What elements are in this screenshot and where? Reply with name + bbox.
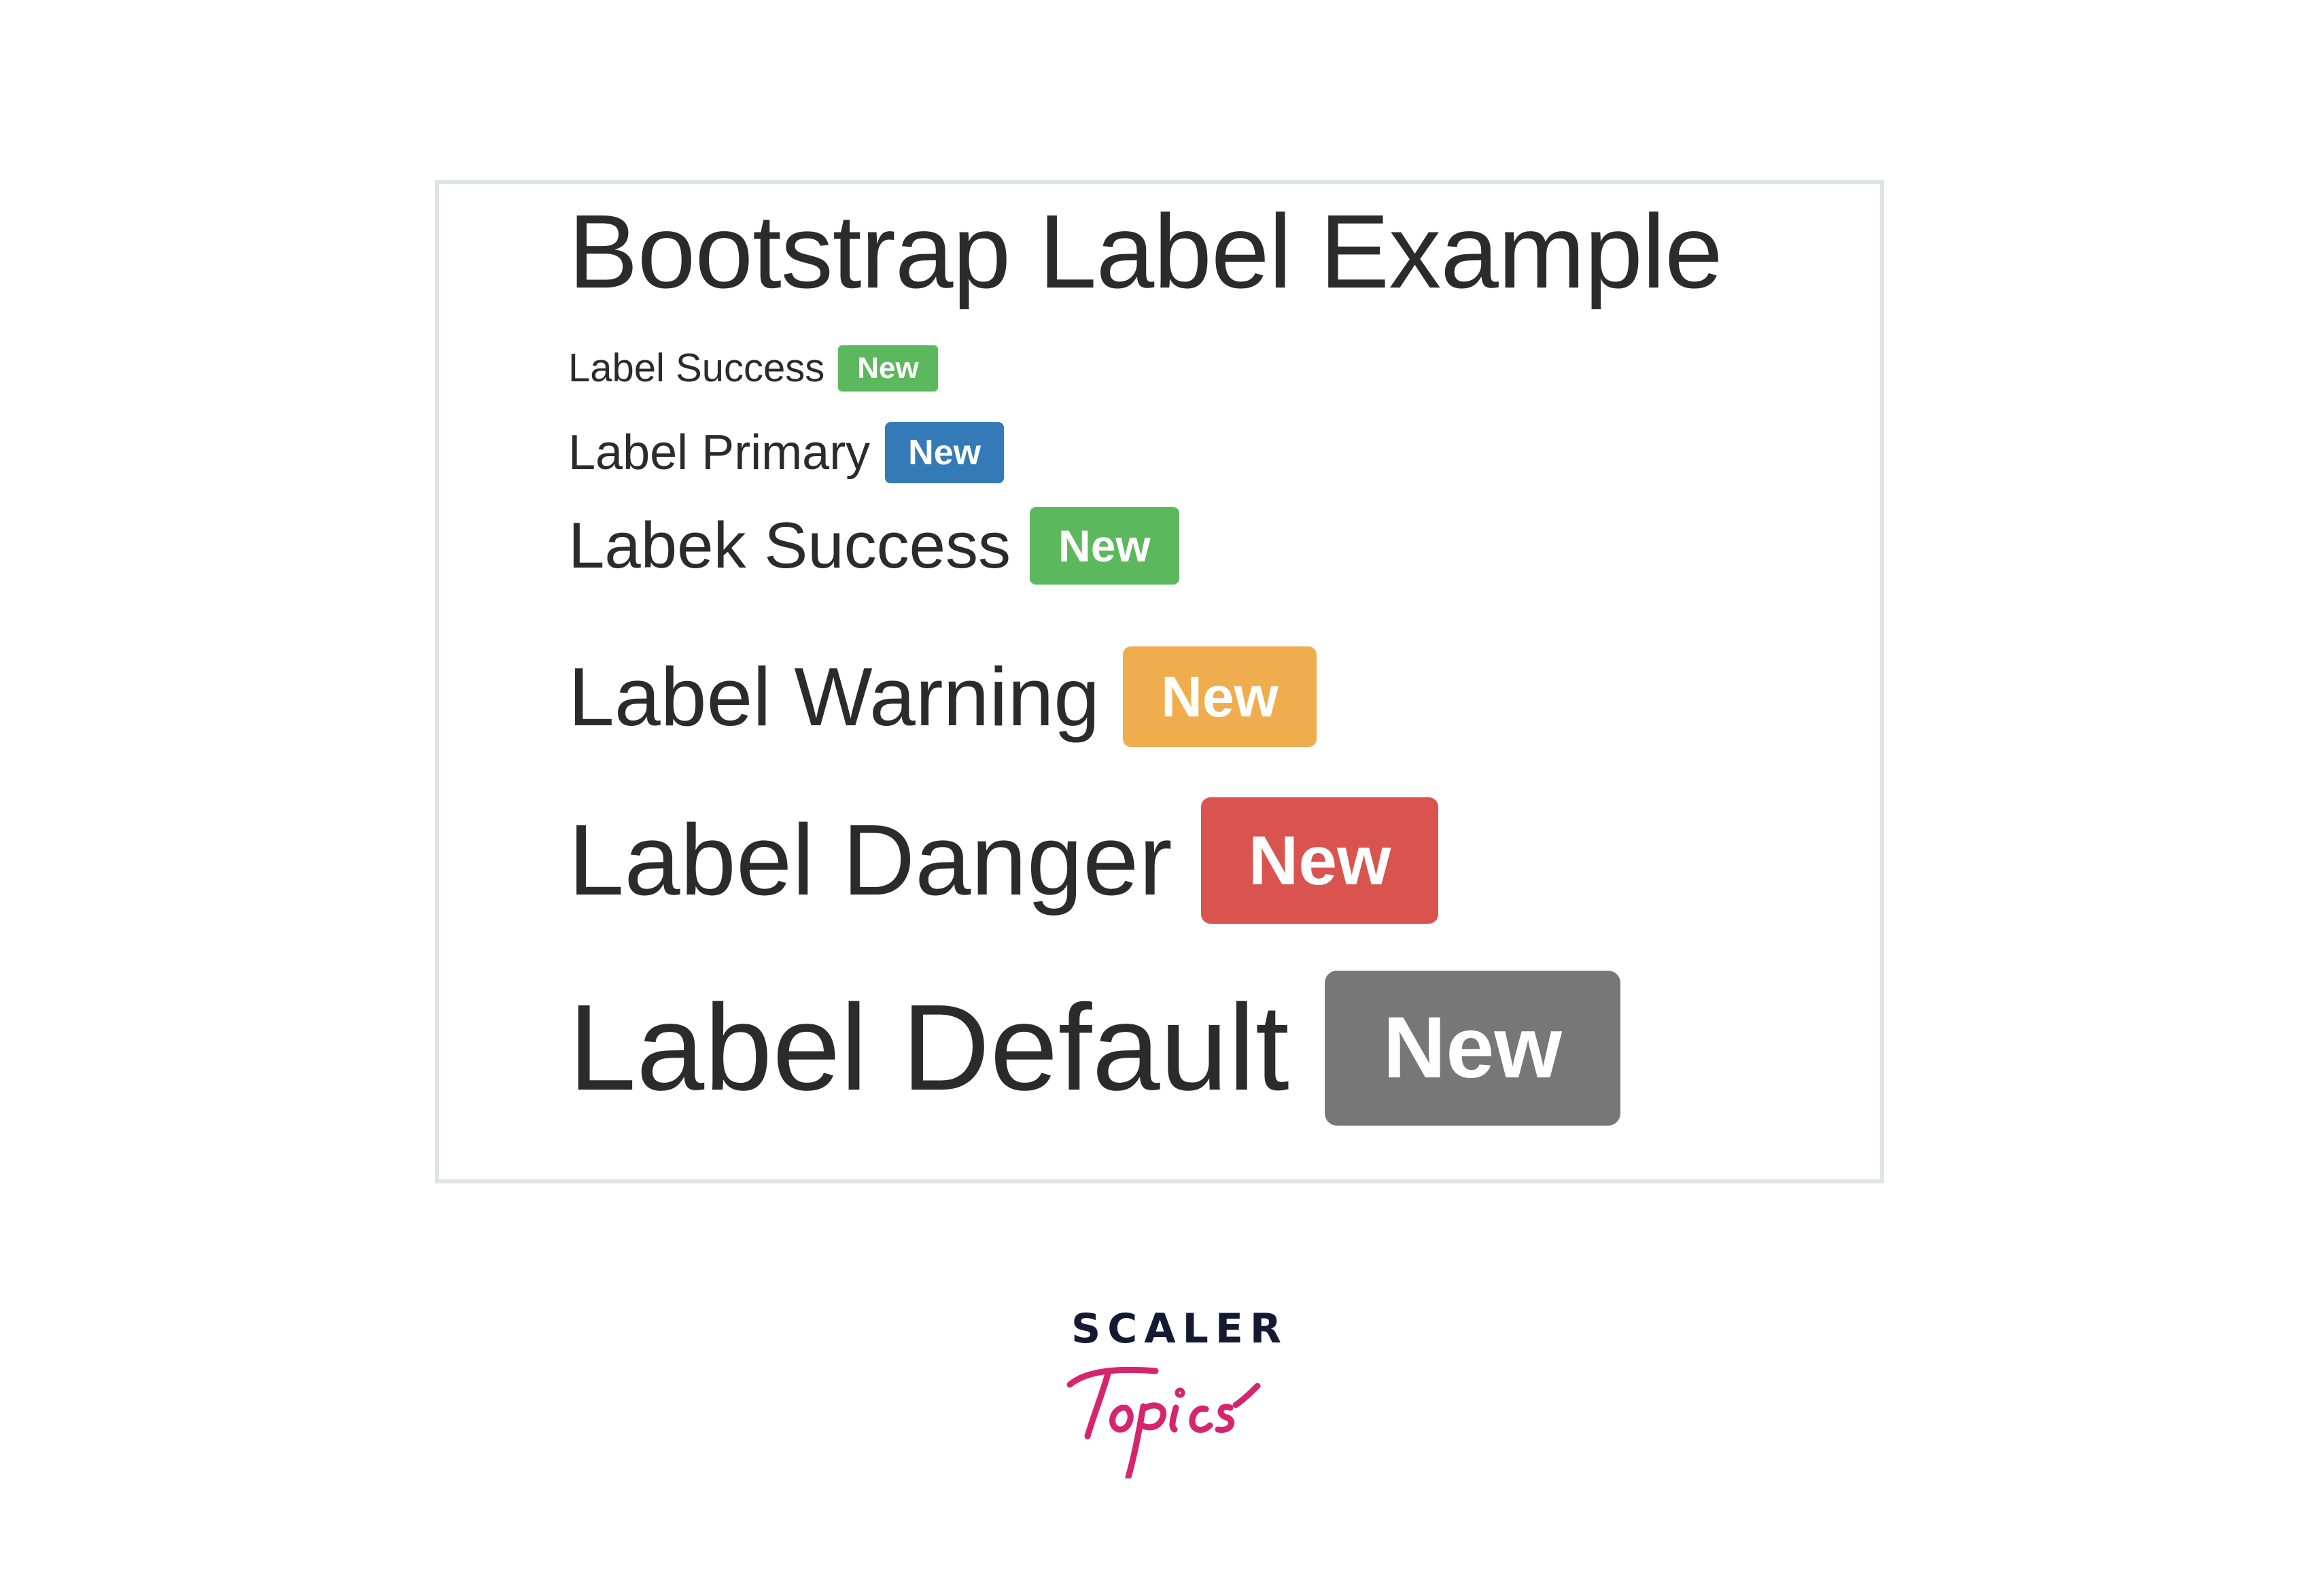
scaler-topics-logo: SCALER <box>1060 1308 1281 1478</box>
example-frame: Bootstrap Label Example Label Success Ne… <box>435 180 1884 1183</box>
logo-wordmark-topics <box>1066 1366 1261 1478</box>
heading-label-default-h1: Label Default New <box>568 971 1620 1126</box>
label-default-badge: New <box>1324 971 1620 1126</box>
label-success-badge: New <box>1030 507 1179 585</box>
heading-text: Labek Success <box>568 509 1011 582</box>
heading-text: Label Warning <box>568 650 1100 743</box>
logo-wordmark-scaler: SCALER <box>1071 1305 1289 1353</box>
heading-label-warning-h3: Label Warning New <box>568 646 1317 747</box>
page-title: Bootstrap Label Example <box>568 193 1723 310</box>
heading-text: Label Default <box>568 979 1289 1116</box>
heading-text: Label Primary <box>568 426 871 480</box>
heading-text: Label Success <box>568 346 825 390</box>
heading-text: Label Danger <box>568 804 1172 916</box>
heading-label-success-h6: Label Success New <box>568 345 938 392</box>
heading-labek-success-h4: Labek Success New <box>568 507 1179 585</box>
label-warning-badge: New <box>1123 646 1317 747</box>
label-success-badge: New <box>838 345 938 392</box>
heading-label-primary-h5: Label Primary New <box>568 422 1005 483</box>
heading-label-danger-h2: Label Danger New <box>568 797 1439 924</box>
label-danger-badge: New <box>1200 797 1439 924</box>
label-primary-badge: New <box>885 422 1005 483</box>
